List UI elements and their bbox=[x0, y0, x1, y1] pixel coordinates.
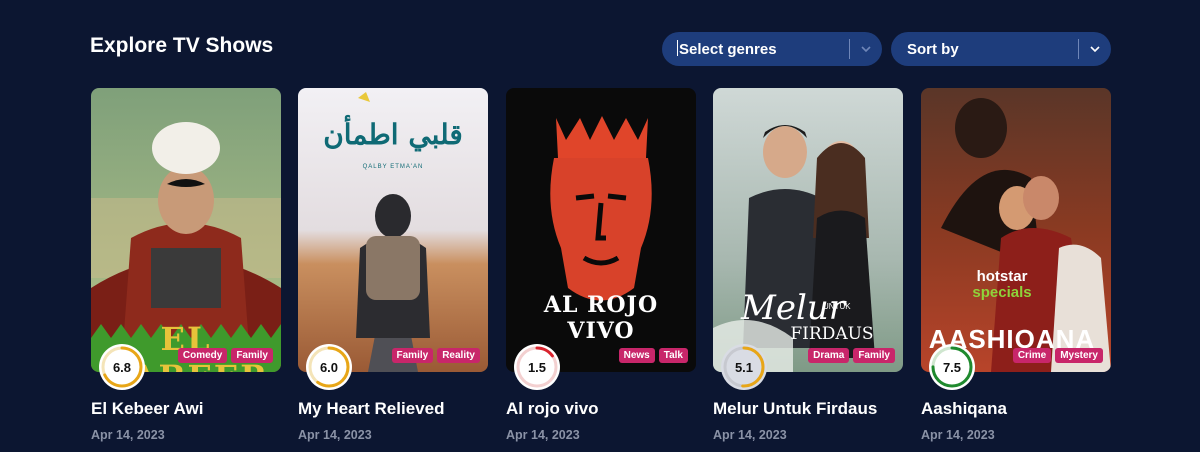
poster-title-text: قلبي اطمأن bbox=[323, 118, 463, 151]
show-card[interactable]: قلبي اطمأن QALBY ETMA'AN Family Reality … bbox=[298, 88, 488, 442]
genre-badges: Family Reality bbox=[391, 348, 480, 363]
rating-value: 7.5 bbox=[942, 359, 962, 375]
genre-badge: Crime bbox=[1012, 348, 1052, 363]
genre-badge: Reality bbox=[437, 348, 480, 363]
show-card[interactable]: EL KABEER Comedy Family 6.8 El Kebeer Aw… bbox=[91, 88, 281, 442]
genre-badge: Mystery bbox=[1055, 348, 1103, 363]
rating-circle: 7.5 bbox=[929, 344, 975, 390]
rating-value: 5.1 bbox=[734, 359, 754, 375]
genres-select-value: Select genres bbox=[662, 40, 849, 58]
rating-circle: 6.8 bbox=[99, 344, 145, 390]
show-date: Apr 14, 2023 bbox=[506, 428, 580, 442]
chevron-down-icon[interactable] bbox=[1079, 43, 1111, 55]
show-date: Apr 14, 2023 bbox=[91, 428, 165, 442]
show-poster[interactable]: EL KABEER Comedy Family bbox=[91, 88, 281, 372]
genre-badges: News Talk bbox=[618, 348, 688, 363]
sort-select-value: Sort by bbox=[907, 40, 959, 58]
rating-value: 6.0 bbox=[319, 359, 339, 375]
genre-badge: Family bbox=[853, 348, 895, 363]
poster-title-text: AL ROJO VIVO bbox=[543, 292, 659, 344]
show-title[interactable]: El Kebeer Awi bbox=[91, 399, 203, 419]
show-poster[interactable]: Melur UNTUK FIRDAUS Drama Family bbox=[713, 88, 903, 372]
show-date: Apr 14, 2023 bbox=[921, 428, 995, 442]
rating-circle: 5.1 bbox=[721, 344, 767, 390]
genre-badge: Drama bbox=[808, 348, 850, 363]
show-card[interactable]: hotstar specials AASHIQANA Crime Mystery… bbox=[921, 88, 1111, 442]
genres-select[interactable]: Select genres bbox=[662, 32, 882, 66]
poster-subtitle-text: hotstar bbox=[976, 268, 1028, 285]
genre-badge: Family bbox=[231, 348, 273, 363]
rating-circle: 6.0 bbox=[306, 344, 352, 390]
show-card[interactable]: AL ROJO VIVO News Talk 1.5 Al rojo vivo … bbox=[506, 88, 696, 442]
genre-badges: Crime Mystery bbox=[1012, 348, 1103, 363]
chevron-down-icon[interactable] bbox=[850, 43, 882, 55]
genre-badges: Comedy Family bbox=[177, 348, 273, 363]
rating-value: 1.5 bbox=[527, 359, 547, 375]
sort-select[interactable]: Sort by bbox=[891, 32, 1111, 66]
show-poster[interactable]: hotstar specials AASHIQANA Crime Mystery bbox=[921, 88, 1111, 372]
poster-subtitle-text: specials bbox=[972, 284, 1032, 301]
poster-subtitle-text: FIRDAUS bbox=[790, 324, 874, 344]
show-title[interactable]: My Heart Relieved bbox=[298, 399, 444, 419]
show-date: Apr 14, 2023 bbox=[298, 428, 372, 442]
show-card[interactable]: Melur UNTUK FIRDAUS Drama Family 5.1 Mel… bbox=[713, 88, 903, 442]
poster-subtitle-text: QALBY ETMA'AN bbox=[362, 164, 424, 170]
page-title: Explore TV Shows bbox=[90, 34, 274, 57]
genre-badges: Drama Family bbox=[808, 348, 895, 363]
show-poster[interactable]: قلبي اطمأن QALBY ETMA'AN Family Reality bbox=[298, 88, 488, 372]
genre-badge: Family bbox=[391, 348, 434, 363]
show-title[interactable]: Melur Untuk Firdaus bbox=[713, 399, 877, 419]
show-title[interactable]: Aashiqana bbox=[921, 399, 1007, 419]
genre-badge: Comedy bbox=[177, 348, 228, 363]
genre-badge: News bbox=[618, 348, 655, 363]
rating-value: 6.8 bbox=[112, 359, 132, 375]
show-title[interactable]: Al rojo vivo bbox=[506, 399, 599, 419]
show-date: Apr 14, 2023 bbox=[713, 428, 787, 442]
poster-subtitle-text: UNTUK bbox=[823, 302, 851, 311]
genre-badge: Talk bbox=[658, 348, 688, 363]
rating-circle: 1.5 bbox=[514, 344, 560, 390]
show-poster[interactable]: AL ROJO VIVO News Talk bbox=[506, 88, 696, 372]
